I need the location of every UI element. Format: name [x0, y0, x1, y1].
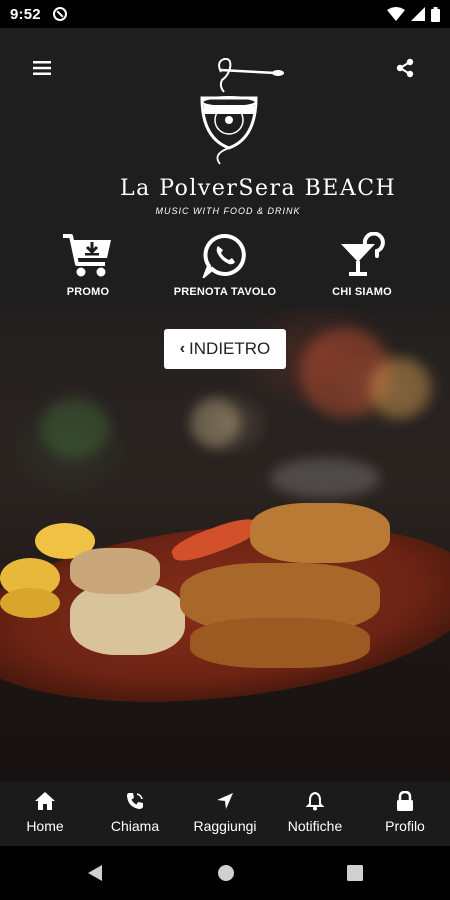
signal-icon [411, 7, 425, 21]
nav-chiama[interactable]: Chiama [90, 781, 180, 846]
nav-profilo[interactable]: Profilo [360, 781, 450, 846]
app-screen: La PolverSera BEACH MUSIC WITH FOOD & DR… [0, 28, 450, 846]
whatsapp-icon [202, 233, 246, 278]
promo-label: PROMO [66, 286, 110, 298]
system-navigation-bar [0, 846, 450, 900]
chevron-left-icon: ‹ [179, 340, 186, 357]
menu-button[interactable] [28, 56, 56, 80]
brand-name: La PolverSera BEACH [120, 176, 397, 201]
bell-icon [305, 791, 325, 811]
back-button-label: INDIETRO [189, 339, 271, 358]
recents-square-icon[interactable] [346, 863, 364, 883]
promo-button[interactable]: PROMO [23, 232, 153, 302]
nav-home-label: Home [26, 818, 64, 834]
nav-notifiche-label: Notifiche [287, 818, 343, 834]
home-circle-icon[interactable] [216, 863, 236, 883]
prenota-tavolo-label: PRENOTA TAVOLO [173, 286, 277, 298]
prenota-tavolo-button[interactable]: PRENOTA TAVOLO [160, 232, 290, 302]
cocktail-question-icon [341, 232, 385, 276]
nav-profilo-label: Profilo [385, 818, 425, 834]
phone-icon [127, 793, 143, 809]
vinyl-bowl-logo-icon [200, 58, 284, 165]
nav-raggiungi-label: Raggiungi [193, 818, 257, 834]
nav-notifiche[interactable]: Notifiche [270, 781, 360, 846]
do-not-disturb-icon [52, 7, 67, 21]
bottom-navigation: Home Chiama Raggiungi Notifiche Profilo [0, 781, 450, 846]
share-button[interactable] [391, 56, 419, 80]
share-icon [396, 58, 414, 78]
status-time: 9:52 [10, 5, 41, 23]
location-arrow-icon [217, 793, 233, 809]
hamburger-icon [33, 61, 51, 75]
chi-siamo-label: CHI SIAMO [332, 286, 392, 298]
status-bar: 9:52 [0, 0, 450, 28]
home-icon [35, 792, 55, 810]
quick-actions: PROMO PRENOTA TAVOLO CHI SIAMO [0, 228, 432, 308]
lock-icon [397, 791, 413, 811]
back-triangle-icon[interactable] [86, 863, 104, 883]
cart-download-icon [63, 234, 111, 277]
back-button[interactable]: ‹ INDIETRO [164, 329, 286, 369]
nav-raggiungi[interactable]: Raggiungi [180, 781, 270, 846]
brand-tagline: MUSIC WITH FOOD & DRINK [155, 206, 301, 216]
nav-chiama-label: Chiama [110, 818, 160, 834]
battery-icon [431, 6, 440, 22]
chi-siamo-button[interactable]: CHI SIAMO [297, 232, 427, 302]
nav-home[interactable]: Home [0, 781, 90, 846]
wifi-icon [387, 7, 405, 21]
brand-logo: La PolverSera BEACH MUSIC WITH FOOD & DR… [120, 58, 397, 228]
